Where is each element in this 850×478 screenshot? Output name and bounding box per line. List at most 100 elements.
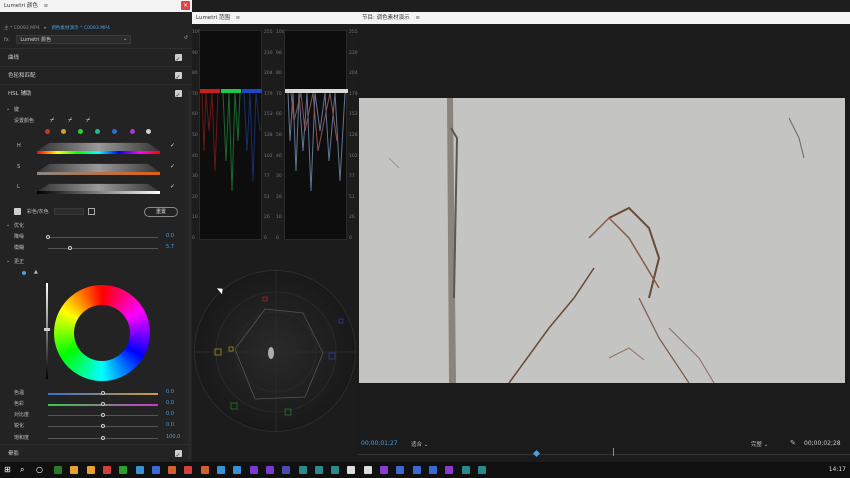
taskbar-app-icon[interactable]	[298, 466, 307, 474]
taskbar-app-icon[interactable]	[168, 466, 177, 474]
quality-dropdown[interactable]: 完整 ⌄	[751, 440, 768, 448]
one-wheel-radio[interactable]	[22, 271, 26, 275]
effect-dropdown[interactable]: Lumetri 颜色 ⌄	[16, 35, 132, 44]
wrench-icon[interactable]: ✎	[790, 439, 796, 447]
hue-bar[interactable]	[37, 151, 160, 154]
denoise-value[interactable]: 0.0	[166, 233, 174, 239]
fx-toggle[interactable]: fx	[4, 37, 9, 43]
blur-slider-knob[interactable]	[68, 246, 72, 250]
correction-slider-knob[interactable]	[101, 391, 105, 395]
taskbar-app-icon[interactable]	[445, 466, 454, 474]
curves-checkbox[interactable]	[175, 51, 182, 69]
saturation-check-icon[interactable]: ✓	[170, 163, 175, 170]
correction-slider-value[interactable]: 0.0	[166, 389, 174, 395]
saturation-range-control[interactable]	[37, 163, 160, 172]
taskbar-app-icon[interactable]	[249, 466, 258, 474]
color-swatch[interactable]	[146, 129, 151, 134]
taskbar-app-icon[interactable]	[461, 466, 470, 474]
taskbar-app-icon[interactable]	[54, 466, 62, 474]
source-sequence-link[interactable]: 调色素材演示 * C0093.MP4	[51, 26, 110, 31]
section-color-wheels[interactable]: 色轮和匹配	[0, 66, 192, 87]
panel-menu-icon[interactable]: ≡	[44, 3, 49, 9]
blur-slider[interactable]	[48, 248, 158, 249]
taskbar-app-icon[interactable]	[282, 466, 291, 474]
taskbar-app-icon[interactable]	[200, 466, 209, 474]
color-gray-checkbox[interactable]	[14, 208, 21, 215]
program-menu-icon[interactable]: ≡	[415, 15, 420, 21]
taskbar-app-icon[interactable]	[396, 466, 405, 474]
taskbar-app-icon[interactable]	[86, 466, 95, 474]
key-collapse-icon[interactable]: ⌄	[6, 106, 10, 112]
hue-range-control[interactable]	[37, 142, 160, 151]
out-point-marker[interactable]	[613, 448, 614, 456]
blur-value[interactable]: 5.7	[166, 244, 174, 250]
taskbar-app-icon[interactable]	[70, 466, 79, 474]
close-icon[interactable]: ×	[181, 1, 190, 10]
color-swatch[interactable]	[78, 129, 83, 134]
color-swatch[interactable]	[112, 129, 117, 134]
taskbar-app-icon[interactable]	[363, 466, 372, 474]
correction-slider-knob[interactable]	[101, 402, 105, 406]
timeline-ruler[interactable]	[358, 454, 850, 455]
color-wheels-checkbox[interactable]	[175, 69, 182, 87]
correction-slider-knob[interactable]	[101, 424, 105, 428]
correction-slider-value[interactable]: 0.0	[166, 411, 174, 417]
three-wheel-icon[interactable]: ▲	[34, 269, 38, 275]
reset-icon[interactable]: ↺	[184, 35, 188, 41]
luminance-bar[interactable]	[37, 191, 160, 194]
correction-slider-knob[interactable]	[101, 413, 105, 417]
vignette-checkbox[interactable]	[175, 447, 182, 462]
denoise-slider-knob[interactable]	[46, 235, 50, 239]
taskbar-app-icon[interactable]	[102, 466, 111, 474]
taskbar-app-icon[interactable]	[135, 466, 144, 474]
taskbar-app-icon[interactable]	[217, 466, 225, 474]
program-panel-header[interactable]: 节目: 调色素材演示 ≡	[358, 12, 850, 24]
color-swatch[interactable]	[61, 129, 66, 134]
correction-collapse-icon[interactable]: ⌄	[6, 258, 10, 264]
hsl-checkbox[interactable]	[175, 87, 182, 105]
taskbar-app-icon[interactable]	[380, 466, 388, 474]
correction-slider-knob[interactable]	[101, 436, 105, 440]
taskbar-app-icon[interactable]	[314, 466, 323, 474]
taskbar-app-icon[interactable]	[265, 466, 274, 474]
color-swatch[interactable]	[95, 129, 100, 134]
correction-slider-value[interactable]: 100.0	[166, 434, 180, 440]
current-timecode[interactable]: 00;00;01;27	[361, 440, 398, 447]
task-view-icon[interactable]: ○	[36, 465, 43, 474]
taskbar-app-icon[interactable]	[412, 466, 421, 474]
lumetri-scrollbar[interactable]	[188, 90, 191, 460]
luminance-check-icon[interactable]: ✓	[170, 183, 175, 190]
section-curves[interactable]: 曲线	[0, 48, 192, 69]
taskbar-app-icon[interactable]	[477, 466, 486, 474]
taskbar-app-icon[interactable]	[347, 466, 356, 474]
scopes-menu-icon[interactable]: ≡	[236, 15, 241, 21]
taskbar-app-icon[interactable]	[151, 466, 160, 474]
program-video-frame[interactable]	[359, 98, 845, 383]
refine-collapse-icon[interactable]: ⌄	[6, 222, 10, 228]
taskbar-app-icon[interactable]	[428, 466, 437, 474]
search-icon[interactable]: ⌕	[20, 465, 24, 475]
denoise-slider[interactable]	[48, 237, 158, 238]
correction-luma-knob[interactable]	[44, 328, 50, 331]
color-gray-dropdown[interactable]	[54, 208, 84, 215]
eyedropper-icon[interactable]: ⌿	[50, 116, 54, 125]
section-vignette[interactable]: 晕影	[0, 444, 192, 462]
correction-slider-value[interactable]: 0.0	[166, 400, 174, 406]
eyedropper-subtract-icon[interactable]: ⌿	[86, 116, 90, 125]
start-icon[interactable]: ⊞	[4, 465, 11, 474]
eyedropper-add-icon[interactable]: ⌿	[68, 116, 72, 125]
lumetri-panel-header[interactable]: Lumetri 颜色 ≡	[0, 0, 192, 12]
taskbar-app-icon[interactable]	[233, 466, 242, 474]
reset-button[interactable]: 重置	[144, 207, 178, 217]
taskbar-app-icon[interactable]	[184, 466, 193, 474]
scopes-panel-header[interactable]: Lumetri 范围 ≡	[192, 12, 358, 24]
fit-dropdown[interactable]: 适合 ⌄	[411, 440, 428, 448]
playhead[interactable]	[532, 449, 541, 458]
color-swatch[interactable]	[45, 129, 50, 134]
color-wheel-center[interactable]	[74, 305, 130, 361]
taskbar-app-icon[interactable]	[331, 466, 340, 474]
section-hsl-secondary[interactable]: HSL 辅助	[0, 84, 192, 105]
saturation-bar[interactable]	[37, 172, 160, 175]
hue-check-icon[interactable]: ✓	[170, 142, 175, 149]
invert-mask-icon[interactable]	[88, 208, 95, 215]
